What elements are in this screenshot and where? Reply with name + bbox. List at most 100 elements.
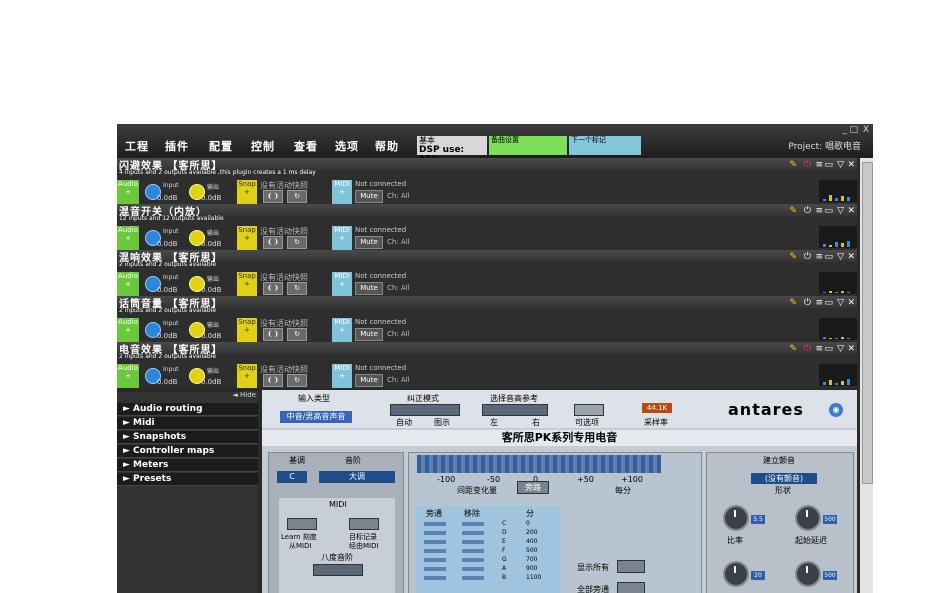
octave-switch[interactable] (313, 564, 363, 576)
snapshot-store-button[interactable]: ❨❩ (263, 328, 283, 341)
sidebar-item-meters[interactable]: ► Meters (117, 459, 258, 472)
snapshot-recall-button[interactable]: ↻ (287, 282, 307, 295)
snapshot-store-button[interactable]: ❨❩ (263, 236, 283, 249)
key-select[interactable]: C (277, 471, 307, 483)
minimize-button[interactable]: _ (843, 125, 848, 135)
close-icon[interactable]: ✕ (847, 298, 855, 308)
power-icon[interactable]: ⏻ (804, 206, 811, 216)
bypass-button[interactable]: 旁路 (517, 481, 549, 494)
collapse-icon[interactable]: ▽ (837, 298, 844, 308)
mute-button[interactable]: Mute (355, 374, 383, 387)
menu-view[interactable]: 查看 (294, 138, 318, 154)
note-remove-toggle[interactable] (462, 549, 484, 553)
note-bypass-toggle[interactable] (424, 549, 446, 553)
snapshot-recall-button[interactable]: ↻ (287, 236, 307, 249)
optional-button[interactable] (574, 404, 604, 416)
audio-routing-button[interactable]: Audio + (117, 272, 139, 296)
close-icon[interactable]: ✕ (847, 206, 855, 216)
sidebar-item-midi[interactable]: ► Midi (117, 417, 258, 430)
midi-button[interactable]: MIDI + (332, 272, 352, 296)
snapshot-recall-button[interactable]: ↻ (287, 374, 307, 387)
window-icon[interactable]: ▭ (824, 160, 833, 170)
edit-icon[interactable]: ✎ (789, 252, 797, 262)
snap-button[interactable]: Snap + (237, 318, 257, 342)
note-remove-toggle[interactable] (462, 558, 484, 562)
edit-icon[interactable]: ✎ (789, 206, 797, 216)
maximize-button[interactable]: □ (849, 125, 858, 135)
plugin-header[interactable]: 电音效果 【客所思】 (117, 342, 857, 356)
sidebar-item-snapshots[interactable]: ► Snapshots (117, 431, 258, 444)
correction-mode-switch[interactable] (390, 404, 460, 416)
snapshot-store-button[interactable]: ❨❩ (263, 374, 283, 387)
meter-toggle-icon[interactable]: ≡ (815, 298, 823, 308)
snap-button[interactable]: Snap + (237, 364, 257, 388)
mute-button[interactable]: Mute (355, 236, 383, 249)
note-bypass-toggle[interactable] (424, 558, 446, 562)
scrollbar-thumb[interactable] (862, 162, 873, 484)
midi-button[interactable]: MIDI + (332, 318, 352, 342)
note-bypass-toggle[interactable] (424, 576, 446, 580)
plugin-header[interactable]: 混响效果 【客所思】 (117, 250, 857, 264)
window-icon[interactable]: ▭ (824, 298, 833, 308)
input-type-select[interactable]: 中音/男高音声音 (280, 411, 352, 423)
menu-control[interactable]: 控制 (251, 138, 275, 154)
show-all-button[interactable] (617, 560, 645, 573)
vertical-scrollbar[interactable] (860, 158, 873, 593)
audio-routing-button[interactable]: Audio + (117, 180, 139, 204)
vibrato-select[interactable]: (没有颤音) (751, 473, 817, 484)
rate-knob[interactable] (723, 505, 749, 531)
collapse-icon[interactable]: ▽ (837, 252, 844, 262)
plugin-header[interactable]: 混音开关（内放） (117, 204, 857, 218)
audio-routing-button[interactable]: Audio + (117, 226, 139, 250)
mute-button[interactable]: Mute (355, 328, 383, 341)
close-icon[interactable]: ✕ (847, 160, 855, 170)
hide-button[interactable]: ◄ Hide (232, 391, 256, 399)
sidebar-item-presets[interactable]: ► Presets (117, 473, 258, 486)
target-notes-button[interactable] (349, 518, 379, 530)
note-remove-toggle[interactable] (462, 540, 484, 544)
sidebar-item-controller-maps[interactable]: ► Controller maps (117, 445, 258, 458)
close-button[interactable]: X (863, 125, 869, 135)
edit-icon[interactable]: ✎ (789, 298, 797, 308)
meter-toggle-icon[interactable]: ≡ (815, 344, 823, 354)
note-remove-toggle[interactable] (462, 567, 484, 571)
vibrato-knob-4[interactable] (795, 561, 821, 587)
snapshot-recall-button[interactable]: ↻ (287, 328, 307, 341)
pitch-ref-switch[interactable] (482, 404, 548, 416)
learn-scale-button[interactable] (287, 518, 317, 530)
collapse-icon[interactable]: ▽ (837, 160, 844, 170)
audio-routing-button[interactable]: Audio + (117, 364, 139, 388)
onset-knob[interactable] (795, 505, 821, 531)
snap-button[interactable]: Snap + (237, 180, 257, 204)
all-bypass-button[interactable] (617, 582, 645, 593)
menu-help[interactable]: 帮助 (375, 138, 399, 154)
close-icon[interactable]: ✕ (847, 252, 855, 262)
meter-toggle-icon[interactable]: ≡ (815, 160, 823, 170)
plugin-header[interactable]: 话筒音量 【客所思】 (117, 296, 857, 310)
collapse-icon[interactable]: ▽ (837, 206, 844, 216)
note-bypass-toggle[interactable] (424, 567, 446, 571)
slot-next[interactable]: 下一个标记 (569, 136, 641, 155)
sidebar-item-audio-routing[interactable]: ► Audio routing (117, 403, 258, 416)
note-remove-toggle[interactable] (462, 531, 484, 535)
power-icon[interactable]: ⏻ (804, 298, 811, 308)
menu-plugin[interactable]: 插件 (165, 138, 189, 154)
snapshot-store-button[interactable]: ❨❩ (263, 282, 283, 295)
audio-routing-button[interactable]: Audio + (117, 318, 139, 342)
midi-button[interactable]: MIDI + (332, 226, 352, 250)
snap-button[interactable]: Snap + (237, 226, 257, 250)
window-icon[interactable]: ▭ (824, 252, 833, 262)
midi-button[interactable]: MIDI + (332, 180, 352, 204)
mute-button[interactable]: Mute (355, 190, 383, 203)
collapse-icon[interactable]: ▽ (837, 344, 844, 354)
power-icon[interactable]: ⏻ (804, 344, 811, 354)
note-bypass-toggle[interactable] (424, 531, 446, 535)
scale-select[interactable]: 大调 (319, 471, 395, 483)
edit-icon[interactable]: ✎ (789, 344, 797, 354)
meter-toggle-icon[interactable]: ≡ (815, 206, 823, 216)
mute-button[interactable]: Mute (355, 282, 383, 295)
menu-config[interactable]: 配置 (209, 138, 233, 154)
meter-toggle-icon[interactable]: ≡ (815, 252, 823, 262)
note-remove-toggle[interactable] (462, 576, 484, 580)
window-icon[interactable]: ▭ (824, 344, 833, 354)
